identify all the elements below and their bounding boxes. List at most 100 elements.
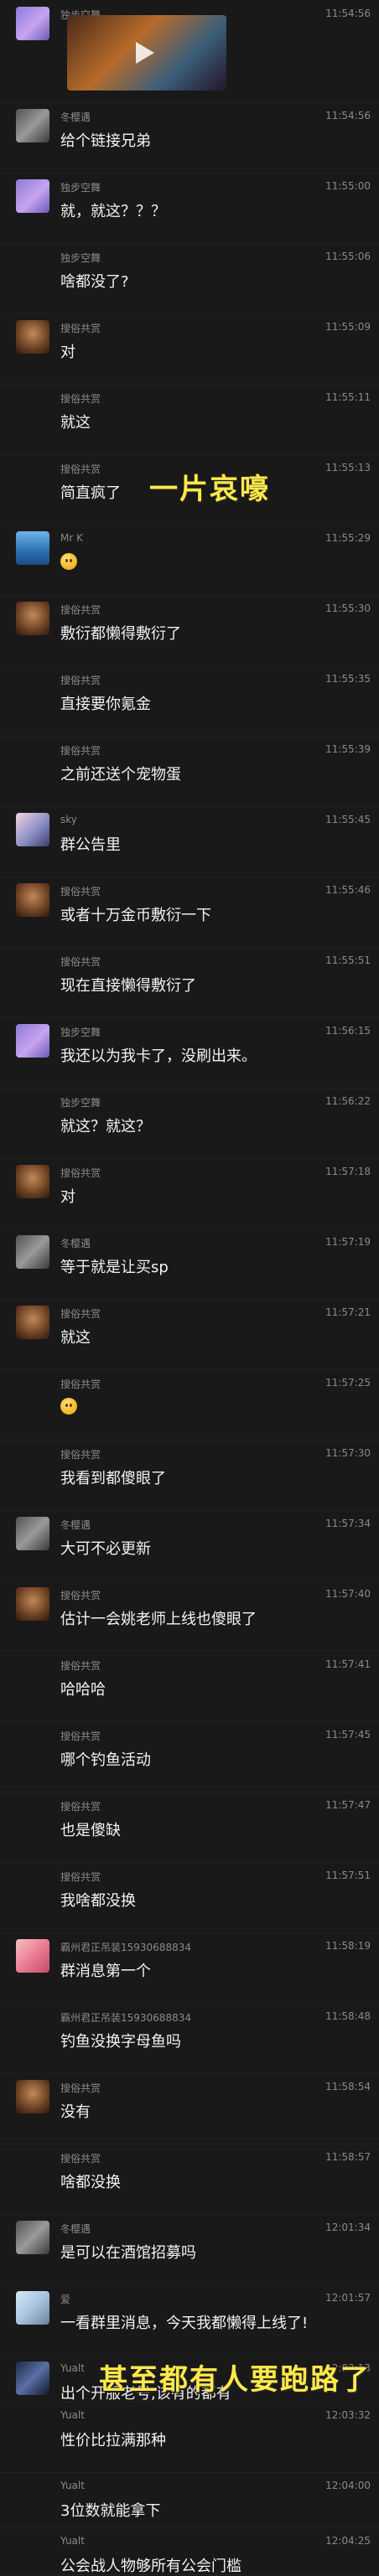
chat-message[interactable]: 搜俗共赏 11:57:51 我啥都没换 xyxy=(0,1862,379,1933)
chat-message[interactable]: Yualt 12:03:32 性价比拉满那种 xyxy=(0,2402,379,2473)
message-text: 对 xyxy=(60,344,75,361)
chat-message[interactable]: 冬樱遇 11:57:34 大可不必更新 xyxy=(0,1510,379,1581)
avatar[interactable] xyxy=(16,2361,49,2395)
chat-message[interactable]: sky 11:55:45 群公告里 xyxy=(0,806,379,877)
message-text: 或者十万金币敷衍一下 xyxy=(60,907,211,924)
chat-message[interactable]: 冬樱遇 12:01:34 是可以在酒馆招募吗 xyxy=(0,2214,379,2285)
sender-name: 搜俗共赏 xyxy=(60,2082,101,2094)
chat-message[interactable]: 独步空舞 11:56:15 我还以为我卡了，没刷出来。 xyxy=(0,1017,379,1089)
video-thumbnail[interactable] xyxy=(67,15,226,91)
chat-message[interactable]: 搜俗共赏 11:58:54 没有 xyxy=(0,2073,379,2144)
message-text: 没有 xyxy=(60,2103,91,2121)
chat-message[interactable]: 搜俗共赏 11:55:30 敷衍都懒得敷衍了 xyxy=(0,595,379,666)
avatar[interactable] xyxy=(16,1517,49,1550)
chat-message[interactable]: 霸州君正吊装15930688834 11:58:48 钓鱼没换字母鱼吗 xyxy=(0,2003,379,2074)
sender-name: 独步空舞 xyxy=(60,1097,101,1109)
message-timestamp: 11:57:21 xyxy=(325,1306,371,1318)
chat-message[interactable]: 独步空舞 11:56:22 就这？就这？ xyxy=(0,1088,379,1159)
chat-message[interactable]: 搜俗共赏 11:55:11 就这 xyxy=(0,384,379,455)
chat-message[interactable]: 搜俗共赏 11:57:45 哪个钓鱼活动 xyxy=(0,1721,379,1792)
message-timestamp: 11:57:47 xyxy=(325,1799,371,1811)
message-text: 对 xyxy=(60,1188,75,1206)
message-timestamp: 11:58:19 xyxy=(325,1940,371,1952)
avatar[interactable] xyxy=(16,109,49,142)
message-text: 哪个钓鱼活动 xyxy=(60,1751,151,1769)
chat-message[interactable]: Yualt 12:04:00 3位数就能拿下 xyxy=(0,2472,379,2528)
chat-message[interactable]: 搜俗共赏 11:58:57 啥都没换 xyxy=(0,2144,379,2215)
message-timestamp: 12:04:00 xyxy=(325,2480,371,2491)
message-timestamp: 11:55:29 xyxy=(325,532,371,544)
message-timestamp: 11:55:45 xyxy=(325,814,371,825)
message-text: 我看到都傻眼了 xyxy=(60,1470,166,1487)
message-timestamp: 11:57:18 xyxy=(325,1166,371,1177)
avatar[interactable] xyxy=(16,7,49,40)
chat-message[interactable]: Mr K 11:55:29 xyxy=(0,525,379,596)
sender-name: 搜俗共赏 xyxy=(60,745,101,757)
message-timestamp: 12:01:57 xyxy=(325,2292,371,2304)
message-text: 就，就这？？？ xyxy=(60,203,166,220)
avatar[interactable] xyxy=(16,1587,49,1621)
avatar[interactable] xyxy=(16,179,49,213)
avatar[interactable] xyxy=(16,1306,49,1339)
sender-name: 搜俗共赏 xyxy=(60,956,101,968)
chat-message[interactable]: 搜俗共赏 11:55:46 或者十万金币敷衍一下 xyxy=(0,877,379,948)
avatar[interactable] xyxy=(16,1939,49,1973)
sender-name: Yualt xyxy=(60,2362,85,2374)
avatar[interactable] xyxy=(16,1165,49,1198)
chat-message[interactable]: 搜俗共赏 11:57:30 我看到都傻眼了 xyxy=(0,1440,379,1511)
avatar[interactable] xyxy=(16,1235,49,1269)
message-text: 敷衍都懒得敷衍了 xyxy=(60,625,181,643)
avatar[interactable] xyxy=(16,602,49,635)
caption-overlay: 一片哀嚎 xyxy=(149,473,270,506)
message-timestamp: 11:55:13 xyxy=(325,462,371,473)
message-timestamp: 12:03:32 xyxy=(325,2409,371,2421)
avatar[interactable] xyxy=(16,320,49,354)
message-text: 一看群里消息，今天我都懒得上线了! xyxy=(60,2315,309,2332)
avatar[interactable] xyxy=(16,2080,49,2113)
message-text: 是可以在酒馆招募吗 xyxy=(60,2244,196,2262)
sender-name: 搜俗共赏 xyxy=(60,1801,101,1813)
avatar[interactable] xyxy=(16,883,49,917)
message-timestamp: 11:57:30 xyxy=(325,1447,371,1459)
message-text: 直接要你氪金 xyxy=(60,696,151,713)
chat-message[interactable]: 搜俗共赏 11:57:40 估计一会姚老师上线也傻眼了 xyxy=(0,1580,379,1652)
message-timestamp: 11:55:39 xyxy=(325,743,371,755)
chat-message[interactable]: Yualt 12:04:25 公会战人物够所有公会门槛 xyxy=(0,2527,379,2575)
sender-name: 冬樱遇 xyxy=(60,1519,91,1531)
chat-message[interactable]: 冬樱遇 11:54:56 给个链接兄弟 xyxy=(0,102,379,173)
chat-message[interactable]: 独步空舞11:54:56 xyxy=(0,0,379,103)
chat-message[interactable]: 搜俗共赏 11:55:39 之前还送个宠物蛋 xyxy=(0,736,379,807)
avatar[interactable] xyxy=(16,531,49,565)
message-text: 等于就是让买sp xyxy=(60,1259,169,1276)
sender-name: sky xyxy=(60,814,77,825)
message-timestamp: 11:57:34 xyxy=(325,1518,371,1529)
smiley-emoji-icon xyxy=(60,553,77,570)
chat-message[interactable]: 搜俗共赏 11:55:35 直接要你氪金 xyxy=(0,665,379,737)
chat-message[interactable]: 独步空舞 11:55:06 啥都没了? xyxy=(0,243,379,314)
sender-name: 搜俗共赏 xyxy=(60,463,101,475)
chat-message[interactable]: 搜俗共赏 11:55:51 现在直接懒得敷衍了 xyxy=(0,947,379,1018)
chat-message[interactable]: 爱 12:01:57 一看群里消息，今天我都懒得上线了! xyxy=(0,2284,379,2356)
chat-message[interactable]: 霸州君正吊装15930688834 11:58:19 群消息第一个 xyxy=(0,1932,379,2004)
message-timestamp: 11:54:56 xyxy=(325,8,371,19)
sender-name: 冬樱遇 xyxy=(60,111,91,123)
avatar[interactable] xyxy=(16,813,49,846)
message-text: 钓鱼没换字母鱼吗 xyxy=(60,2033,181,2051)
chat-message[interactable]: 搜俗共赏 11:57:47 也是傻缺 xyxy=(0,1792,379,1863)
avatar[interactable] xyxy=(16,2291,49,2325)
chat-message[interactable]: 搜俗共赏 11:55:09 对 xyxy=(0,313,379,385)
chat-message[interactable]: 独步空舞 11:55:00 就，就这？？？ xyxy=(0,173,379,244)
message-text: 也是傻缺 xyxy=(60,1822,121,1839)
chat-message[interactable]: 搜俗共赏 11:57:41 哈哈哈 xyxy=(0,1651,379,1722)
chat-message[interactable]: 搜俗共赏 11:57:21 就这 xyxy=(0,1299,379,1370)
message-timestamp: 11:58:48 xyxy=(325,2010,371,2022)
message-text: 我还以为我卡了，没刷出来。 xyxy=(60,1047,257,1065)
message-timestamp: 11:55:00 xyxy=(325,180,371,192)
chat-message[interactable]: 冬樱遇 11:57:19 等于就是让买sp xyxy=(0,1229,379,1300)
avatar[interactable] xyxy=(16,1024,49,1058)
avatar[interactable] xyxy=(16,2221,49,2254)
message-text: 给个链接兄弟 xyxy=(60,132,151,150)
chat-message[interactable]: 搜俗共赏 11:57:25 xyxy=(0,1369,379,1441)
chat-message[interactable]: 搜俗共赏 11:57:18 对 xyxy=(0,1158,379,1229)
message-text: 3位数就能拿下 xyxy=(60,2502,161,2520)
